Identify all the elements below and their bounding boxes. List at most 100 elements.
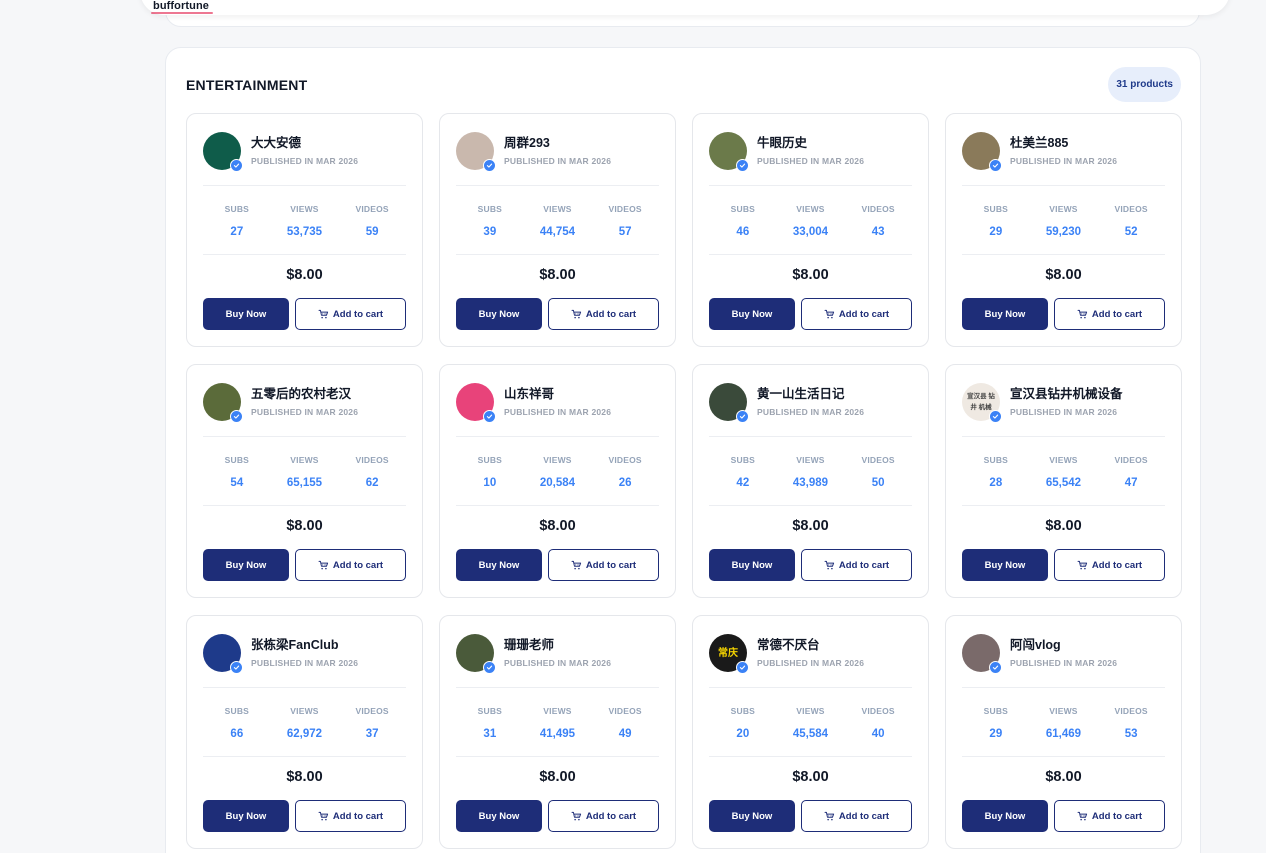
- product-price: $8.00: [539, 769, 576, 785]
- channel-name[interactable]: 常德不厌台: [757, 634, 820, 653]
- stat-label: VIEWS: [543, 455, 572, 465]
- stat-label: VIDEOS: [355, 706, 389, 716]
- channel-avatar[interactable]: [709, 132, 749, 172]
- cart-icon: [824, 560, 835, 571]
- channel-avatar[interactable]: [456, 132, 496, 172]
- add-to-cart-button[interactable]: Add to cart: [548, 298, 659, 330]
- product-price: $8.00: [286, 518, 323, 534]
- stat-value: 33,004: [792, 226, 829, 238]
- add-to-cart-button[interactable]: Add to cart: [801, 549, 912, 581]
- buy-now-button[interactable]: Buy Now: [962, 549, 1048, 581]
- divider: [709, 687, 912, 688]
- stat-value: 54: [230, 477, 244, 489]
- brand-logo[interactable]: buffortune: [153, 0, 209, 12]
- product-card: 周群293 PUBLISHED IN MAR 2026 SUBS 39 VIEW…: [439, 113, 676, 347]
- add-to-cart-button[interactable]: Add to cart: [801, 298, 912, 330]
- channel-avatar[interactable]: [456, 383, 496, 423]
- add-to-cart-button[interactable]: Add to cart: [801, 800, 912, 832]
- channel-avatar[interactable]: [709, 383, 749, 423]
- channel-avatar[interactable]: [962, 132, 1002, 172]
- channel-name[interactable]: 五零后的农村老汉: [251, 383, 351, 402]
- stat-label: VIEWS: [796, 706, 825, 716]
- channel-stats: SUBS 20 VIEWS 45,584 VIDEOS 40: [709, 706, 912, 740]
- buy-now-button[interactable]: Buy Now: [203, 298, 289, 330]
- divider: [709, 505, 912, 506]
- add-to-cart-button[interactable]: Add to cart: [295, 298, 406, 330]
- channel-name[interactable]: 大大安德: [251, 132, 301, 151]
- verified-icon: [736, 410, 749, 423]
- buy-now-button[interactable]: Buy Now: [456, 800, 542, 832]
- divider: [456, 505, 659, 506]
- buy-now-button[interactable]: Buy Now: [203, 549, 289, 581]
- add-to-cart-button[interactable]: Add to cart: [1054, 549, 1165, 581]
- verified-icon: [989, 159, 1002, 172]
- buy-now-button[interactable]: Buy Now: [962, 800, 1048, 832]
- channel-avatar[interactable]: [203, 634, 243, 674]
- add-to-cart-button[interactable]: Add to cart: [548, 800, 659, 832]
- add-to-cart-button[interactable]: Add to cart: [295, 800, 406, 832]
- channel-name[interactable]: 宣汉县钻井机械设备: [1010, 383, 1123, 402]
- cart-icon: [318, 811, 329, 822]
- divider: [709, 185, 912, 186]
- channel-name[interactable]: 杜美兰885: [1010, 132, 1068, 151]
- buy-now-button[interactable]: Buy Now: [456, 549, 542, 581]
- buy-now-button[interactable]: Buy Now: [203, 800, 289, 832]
- channel-name[interactable]: 黄一山生活日记: [757, 383, 845, 402]
- verified-icon: [736, 159, 749, 172]
- channel-name[interactable]: 周群293: [504, 132, 550, 151]
- product-price: $8.00: [792, 518, 829, 534]
- stat-value: 47: [1124, 477, 1138, 489]
- stat-videos: VIDEOS 47: [1097, 455, 1165, 489]
- add-to-cart-button[interactable]: Add to cart: [1054, 298, 1165, 330]
- stat-label: VIEWS: [796, 204, 825, 214]
- buy-now-button[interactable]: Buy Now: [709, 549, 795, 581]
- channel-name[interactable]: 牛眼历史: [757, 132, 807, 151]
- stat-value: 28: [989, 477, 1003, 489]
- divider: [203, 505, 406, 506]
- stat-subs: SUBS 46: [709, 204, 777, 238]
- channel-avatar[interactable]: [203, 383, 243, 423]
- add-to-cart-button[interactable]: Add to cart: [1054, 800, 1165, 832]
- divider: [456, 687, 659, 688]
- buy-now-button[interactable]: Buy Now: [709, 298, 795, 330]
- add-to-cart-button[interactable]: Add to cart: [548, 549, 659, 581]
- stat-label: VIDEOS: [355, 204, 389, 214]
- buy-now-button[interactable]: Buy Now: [962, 298, 1048, 330]
- channel-avatar[interactable]: [962, 634, 1002, 674]
- channel-name[interactable]: 珊珊老师: [504, 634, 554, 653]
- add-to-cart-label: Add to cart: [585, 559, 637, 571]
- stat-videos: VIDEOS 43: [844, 204, 912, 238]
- stat-views: VIEWS 62,972: [271, 706, 339, 740]
- channel-avatar[interactable]: [456, 634, 496, 674]
- stat-label: VIEWS: [290, 455, 319, 465]
- channel-name[interactable]: 山东祥哥: [504, 383, 554, 402]
- product-card: 大大安德 PUBLISHED IN MAR 2026 SUBS 27 VIEWS…: [186, 113, 423, 347]
- add-to-cart-button[interactable]: Add to cart: [295, 549, 406, 581]
- cart-icon: [824, 811, 835, 822]
- divider: [962, 756, 1165, 757]
- stat-views: VIEWS 45,584: [777, 706, 845, 740]
- cart-icon: [571, 560, 582, 571]
- channel-avatar[interactable]: [203, 132, 243, 172]
- stat-videos: VIDEOS 50: [844, 455, 912, 489]
- stat-value: 20,584: [539, 477, 576, 489]
- stat-label: VIEWS: [543, 204, 572, 214]
- channel-name[interactable]: 张栋梁FanClub: [251, 634, 339, 653]
- product-card: 宣汉县 钻井 机械 宣汉县钻井机械设备 PUBLISHED IN MAR 202…: [945, 364, 1182, 598]
- divider: [456, 436, 659, 437]
- add-to-cart-label: Add to cart: [585, 810, 637, 822]
- stat-value: 46: [736, 226, 750, 238]
- card-header: 张栋梁FanClub PUBLISHED IN MAR 2026: [203, 634, 406, 674]
- avatar-text: 常庆: [718, 647, 738, 659]
- stat-value: 27: [230, 226, 244, 238]
- stat-value: 37: [365, 728, 379, 740]
- buy-now-button[interactable]: Buy Now: [709, 800, 795, 832]
- product-price: $8.00: [286, 267, 323, 283]
- stat-videos: VIDEOS 40: [844, 706, 912, 740]
- buy-now-button[interactable]: Buy Now: [456, 298, 542, 330]
- channel-name[interactable]: 阿闯vlog: [1010, 634, 1061, 653]
- add-to-cart-label: Add to cart: [1091, 308, 1143, 320]
- channel-avatar[interactable]: 宣汉县 钻井 机械: [962, 383, 1002, 423]
- product-count-badge: 31 products: [1108, 67, 1181, 102]
- channel-avatar[interactable]: 常庆: [709, 634, 749, 674]
